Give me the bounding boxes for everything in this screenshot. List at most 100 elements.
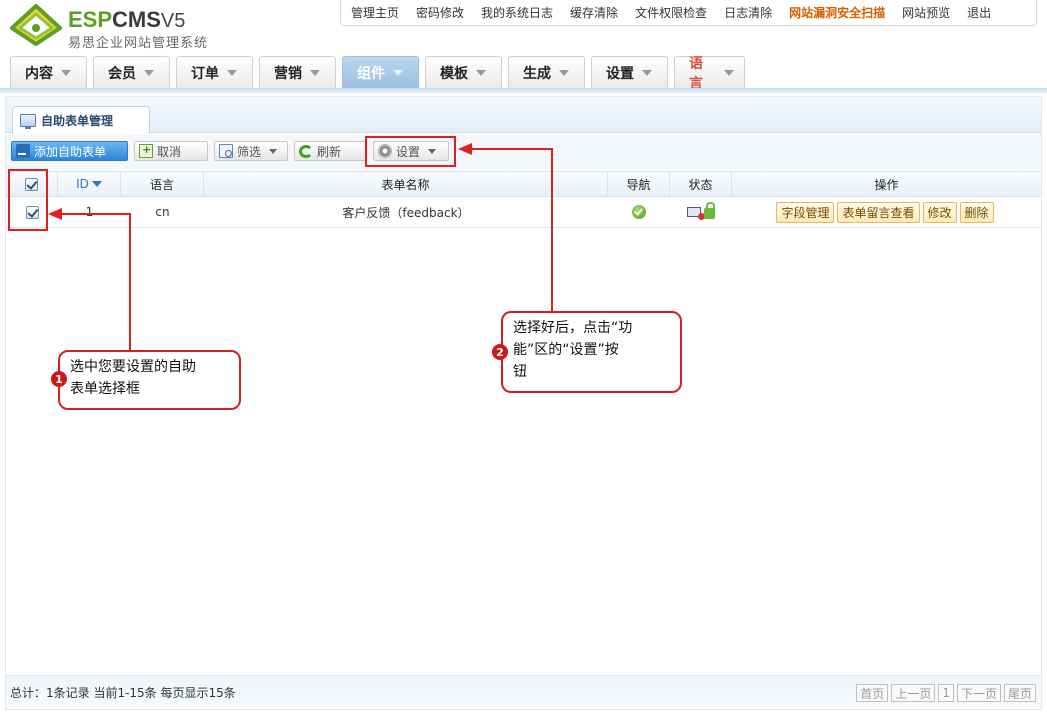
tab-order[interactable]: 订单 [176, 56, 253, 88]
topnav-clear-log[interactable]: 日志清除 [724, 4, 772, 21]
field-manage-button[interactable]: 字段管理 [776, 201, 835, 223]
pagination: 首页 上一页 1 下一页 尾页 [853, 684, 1036, 702]
panel-tab-label: 自助表单管理 [41, 114, 114, 128]
column-header-lang: 语言 [121, 172, 204, 196]
page-number-button[interactable]: 1 [938, 684, 954, 702]
callout-1: 选中您要设置的自助 表单选择框 [58, 350, 241, 410]
chevron-down-icon [310, 69, 320, 76]
column-header-name: 表单名称 [204, 172, 608, 196]
next-page-button[interactable]: 下一页 [956, 684, 1001, 702]
tab-label: 会员 [108, 65, 136, 82]
topnav-preview[interactable]: 网站预览 [902, 4, 950, 21]
chevron-down-icon [393, 69, 403, 76]
topnav-clear-cache[interactable]: 缓存清除 [570, 4, 618, 21]
chevron-down-icon [476, 69, 486, 76]
column-header-id[interactable]: ID [58, 172, 121, 196]
logo-mark-icon [10, 4, 62, 46]
cancel-button[interactable]: 取消 [134, 141, 208, 161]
topnav-my-log[interactable]: 我的系统日志 [481, 4, 553, 21]
chevron-down-icon [227, 69, 237, 76]
refresh-button[interactable]: 刷新 [294, 141, 367, 161]
logo-brand-cms: CMS [112, 7, 161, 32]
add-form-label: 添加自助表单 [34, 144, 107, 159]
callout-2-line1: 选择好后，点击“功 [513, 320, 633, 336]
chevron-down-icon [61, 69, 71, 76]
topnav-home[interactable]: 管理主页 [351, 4, 399, 21]
logo[interactable]: ESPCMSV5 易思企业网站管理系统 [10, 4, 230, 51]
callout-2-line3: 钮 [513, 364, 527, 380]
first-page-button[interactable]: 首页 [856, 684, 889, 702]
callout-1-line1: 选中您要设置的自助 [70, 359, 196, 375]
column-label: 语言 [149, 177, 174, 192]
row-lang: cn [155, 205, 170, 219]
logo-wordmark: ESPCMSV5 [68, 7, 185, 33]
panel-tab[interactable]: 自助表单管理 [12, 106, 150, 134]
monitor-icon [20, 114, 36, 129]
tab-settings[interactable]: 设置 [591, 56, 668, 88]
refresh-icon [299, 144, 313, 158]
row-form-name: 客户反馈（feedback） [342, 205, 470, 220]
toolbar: 添加自助表单 取消 筛选 刷新 设置 [6, 135, 1041, 169]
delete-button[interactable]: 删除 [959, 201, 994, 223]
tab-label: 生成 [523, 65, 551, 82]
callout-1-line2: 表单选择框 [70, 381, 140, 397]
row-nav-cell [608, 197, 670, 227]
table-header: ID 语言 表单名称 导航 状态 操作 [6, 171, 1041, 197]
search-icon [219, 144, 233, 158]
nav-divider [0, 88, 1047, 93]
tab-components[interactable]: 组件 [342, 56, 419, 88]
prev-page-button[interactable]: 上一页 [891, 684, 936, 702]
logo-brand-esp: ESP [68, 7, 113, 32]
column-header-status: 状态 [670, 172, 732, 196]
topnav-security-scan[interactable]: 网站漏洞安全扫描 [789, 4, 885, 21]
logo-subtitle: 易思企业网站管理系统 [68, 36, 209, 51]
edit-button[interactable]: 修改 [922, 201, 957, 223]
topnav-password[interactable]: 密码修改 [416, 4, 464, 21]
highlight-checkbox-box [8, 169, 48, 231]
tab-label: 内容 [25, 65, 53, 82]
add-form-button[interactable]: 添加自助表单 [11, 141, 128, 161]
unlock-icon[interactable] [704, 202, 715, 219]
tab-label: 设置 [606, 65, 634, 82]
top-nav: 管理主页 密码修改 我的系统日志 缓存清除 文件权限检查 日志清除 网站漏洞安全… [340, 0, 1037, 26]
panel-header: 自助表单管理 [6, 97, 1041, 134]
callout-2-line2: 能”区的“设置”按 [513, 342, 619, 358]
column-header-nav: 导航 [608, 172, 670, 196]
monitor-status-icon[interactable] [687, 207, 705, 220]
column-label: 操作 [874, 177, 899, 192]
topnav-file-permission[interactable]: 文件权限检查 [635, 4, 707, 21]
tab-label: 模板 [440, 65, 468, 82]
view-messages-button[interactable]: 表单留言查看 [837, 201, 920, 223]
column-label: ID [76, 177, 89, 191]
page: ESPCMSV5 易思企业网站管理系统 管理主页 密码修改 我的系统日志 缓存清… [0, 0, 1047, 712]
tab-content[interactable]: 内容 [10, 56, 87, 88]
sort-desc-icon [91, 181, 102, 187]
row-id: 1 [85, 205, 94, 219]
filter-button[interactable]: 筛选 [214, 141, 288, 161]
table-footer: 总计：1条记录 当前1-15条 每页显示15条 首页 上一页 1 下一页 尾页 [6, 675, 1041, 709]
callout-2: 选择好后，点击“功 能”区的“设置”按 钮 [501, 311, 682, 393]
tab-label: 营销 [274, 65, 302, 82]
topnav-logout[interactable]: 退出 [967, 4, 991, 21]
tab-language[interactable]: 语言 [674, 56, 745, 92]
filter-label: 筛选 [237, 144, 262, 159]
tab-marketing[interactable]: 营销 [259, 56, 336, 88]
chevron-down-icon [559, 69, 569, 76]
cancel-icon [139, 143, 153, 158]
tab-member[interactable]: 会员 [93, 56, 170, 88]
row-status-cell [670, 197, 732, 227]
chevron-down-icon [724, 69, 734, 76]
tab-generate[interactable]: 生成 [508, 56, 585, 88]
chevron-down-icon [642, 69, 652, 76]
step-2-badge: 2 [492, 344, 508, 360]
last-page-button[interactable]: 尾页 [1003, 684, 1036, 702]
refresh-label: 刷新 [317, 144, 342, 159]
row-actions: 字段管理 表单留言查看 修改 删除 [732, 197, 1041, 227]
tab-template[interactable]: 模板 [425, 56, 502, 88]
column-header-actions: 操作 [732, 172, 1041, 196]
tab-label: 语言 [689, 55, 703, 92]
ok-icon[interactable] [632, 205, 646, 219]
column-label: 表单名称 [381, 177, 430, 192]
logo-version: V5 [160, 10, 186, 32]
chevron-down-icon [269, 148, 278, 154]
